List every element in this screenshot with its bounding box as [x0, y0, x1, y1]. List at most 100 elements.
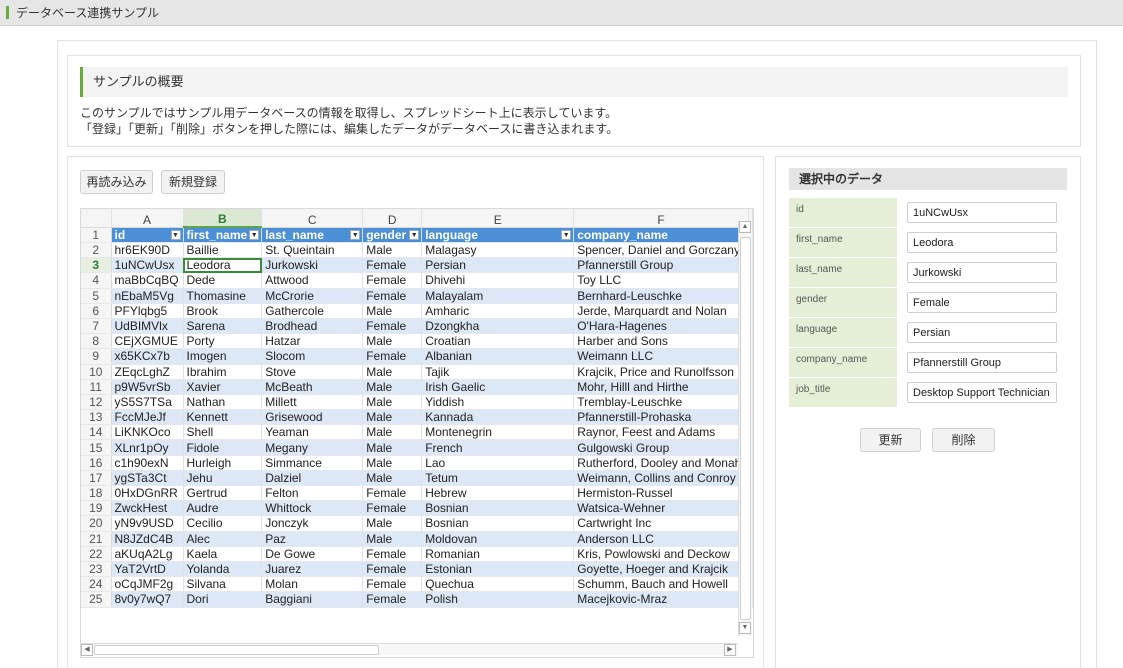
cell[interactable]: Shell	[183, 424, 263, 441]
cell[interactable]: Moldovan	[421, 531, 575, 547]
cell[interactable]: Estonian	[421, 561, 575, 578]
table-row[interactable]: 24 oCqJMF2g Silvana Molan Female Quechua Schum…	[81, 576, 753, 593]
table-row[interactable]: 10 ZEqcLghZ Ibrahim Stove Male Tajik Krajcik, …	[81, 364, 753, 380]
vertical-scrollbar[interactable]: ▲ ▼	[738, 221, 752, 636]
cell[interactable]: Male	[362, 531, 423, 547]
cell[interactable]: Alec	[183, 531, 263, 547]
cell[interactable]: Tremblay-Leuschke	[573, 394, 749, 411]
table-row[interactable]: 13 FccMJeJf Kennett Grisewood Male Kannada Pfa…	[81, 409, 753, 426]
cell[interactable]: Female	[362, 561, 423, 578]
cell[interactable]: Silvana	[183, 576, 263, 593]
spreadsheet-grid[interactable]: A B C D E F 1 id ▼ first_name ▼ last_name ▼ gender ▼ la…	[81, 209, 753, 608]
cell[interactable]: Slocom	[261, 348, 364, 365]
cell[interactable]: UdBIMVlx	[111, 318, 184, 335]
id-field[interactable]	[907, 202, 1057, 223]
table-row[interactable]: 20 yN9v9USD Cecilio Jonczyk Male Bosnian Cartw…	[81, 515, 753, 532]
row-number[interactable]: 18	[81, 485, 112, 502]
last_name-field[interactable]	[907, 262, 1057, 283]
cell[interactable]: Baillie	[183, 242, 263, 259]
table-row[interactable]: 11 p9W5vrSb Xavier McBeath Male Irish Gaelic M…	[81, 379, 753, 395]
cell[interactable]: Croatian	[421, 333, 575, 350]
cell[interactable]: Female	[362, 257, 423, 274]
cell[interactable]: Tajik	[421, 364, 575, 380]
header-cell-last_name[interactable]: last_name ▼	[261, 227, 364, 243]
cell[interactable]: YaT2VrtD	[111, 561, 184, 578]
cell[interactable]: Male	[362, 515, 423, 532]
row-number[interactable]: 17	[81, 470, 112, 487]
cell[interactable]: Jehu	[183, 470, 263, 487]
row-number[interactable]: 25	[81, 591, 112, 608]
new-record-button[interactable]: 新規登録	[161, 170, 225, 194]
cell[interactable]: Hurleigh	[183, 455, 263, 471]
cell[interactable]: Male	[362, 424, 423, 441]
cell[interactable]: Male	[362, 379, 423, 395]
cell[interactable]: Mohr, Hilll and Hirthe	[573, 379, 749, 395]
cell[interactable]: Juarez	[261, 561, 364, 578]
cell[interactable]: Yiddish	[421, 394, 575, 411]
cell[interactable]: Female	[362, 288, 423, 304]
cell[interactable]: Lao	[421, 455, 575, 471]
cell[interactable]: Yolanda	[183, 561, 263, 578]
cell[interactable]: Male	[362, 470, 423, 487]
cell[interactable]: Gertrud	[183, 485, 263, 502]
table-row[interactable]: 4 maBbCqBQ Dede Attwood Female Dhivehi Toy LLC	[81, 272, 753, 289]
row-number[interactable]: 6	[81, 303, 112, 319]
cell[interactable]: Tetum	[421, 470, 575, 487]
cell[interactable]: Whittock	[261, 500, 364, 517]
cell[interactable]: Stove	[261, 364, 364, 380]
cell[interactable]: Romanian	[421, 546, 575, 562]
cell[interactable]: Persian	[421, 257, 575, 274]
cell[interactable]: hr6EK90D	[111, 242, 184, 259]
table-row[interactable]: 16 c1h90exN Hurleigh Simmance Male Lao Rutherf…	[81, 455, 753, 471]
cell[interactable]: De Gowe	[261, 546, 364, 562]
cell[interactable]: Cecilio	[183, 515, 263, 532]
row-number[interactable]: 8	[81, 333, 112, 350]
cell[interactable]: Weimann LLC	[573, 348, 749, 365]
cell[interactable]: Molan	[261, 576, 364, 593]
cell[interactable]: ygSTa3Ct	[111, 470, 184, 487]
cell[interactable]: Bernhard-Leuschke	[573, 288, 749, 304]
cell[interactable]: LiKNKOco	[111, 424, 184, 441]
row-number[interactable]: 11	[81, 379, 112, 395]
cell[interactable]: Female	[362, 546, 423, 562]
cell[interactable]: Attwood	[261, 272, 364, 289]
row-number[interactable]: 15	[81, 439, 112, 456]
cell[interactable]: Hermiston-Russel	[573, 485, 749, 502]
cell[interactable]: Albanian	[421, 348, 575, 365]
row-number[interactable]: 5	[81, 288, 112, 304]
cell[interactable]: Audre	[183, 500, 263, 517]
table-row[interactable]: 21 N8JZdC4B Alec Paz Male Moldovan Anderson LL…	[81, 531, 753, 547]
cell[interactable]: Montenegrin	[421, 424, 575, 441]
table-row[interactable]: 22 aKUqA2Lg Kaela De Gowe Female Romanian Kris…	[81, 546, 753, 562]
row-number[interactable]: 2	[81, 242, 112, 259]
row-number[interactable]: 13	[81, 409, 112, 426]
column-header-C[interactable]: C	[261, 209, 364, 228]
row-number[interactable]: 4	[81, 272, 112, 289]
cell[interactable]: Female	[362, 318, 423, 335]
column-header-E[interactable]: E	[421, 209, 575, 228]
cell[interactable]: Dalziel	[261, 470, 364, 487]
table-row[interactable]: 23 YaT2VrtD Yolanda Juarez Female Estonian Goy…	[81, 561, 753, 578]
cell[interactable]: Watsica-Wehner	[573, 500, 749, 517]
cell[interactable]: Pfannerstill-Prohaska	[573, 409, 749, 426]
cell[interactable]: Dhivehi	[421, 272, 575, 289]
cell[interactable]: Krajcik, Price and Runolfsson	[573, 364, 749, 380]
cell[interactable]: Thomasine	[183, 288, 263, 304]
cell[interactable]: Toy LLC	[573, 272, 749, 289]
cell[interactable]: Dzongkha	[421, 318, 575, 335]
cell[interactable]: yN9v9USD	[111, 515, 184, 532]
table-row[interactable]: 14 LiKNKOco Shell Yeaman Male Montenegrin Rayn…	[81, 424, 753, 441]
table-row[interactable]: 5 nEbaM5Vg Thomasine McCrorie Female Malayala…	[81, 288, 753, 304]
cell[interactable]: Male	[362, 242, 423, 259]
cell[interactable]: Female	[362, 485, 423, 502]
table-row[interactable]: 2 hr6EK90D Baillie St. Queintain Male Malagas…	[81, 242, 753, 259]
cell[interactable]: Megany	[261, 439, 364, 456]
cell[interactable]: Dede	[183, 272, 263, 289]
cell[interactable]: aKUqA2Lg	[111, 546, 184, 562]
cell[interactable]: Schumm, Bauch and Howell	[573, 576, 749, 593]
cell[interactable]: Gulgowski Group	[573, 439, 749, 456]
header-cell-gender[interactable]: gender ▼	[362, 227, 423, 243]
cell[interactable]: St. Queintain	[261, 242, 364, 259]
row-number[interactable]: 14	[81, 424, 112, 441]
cell[interactable]: CEjXGMUE	[111, 333, 184, 350]
